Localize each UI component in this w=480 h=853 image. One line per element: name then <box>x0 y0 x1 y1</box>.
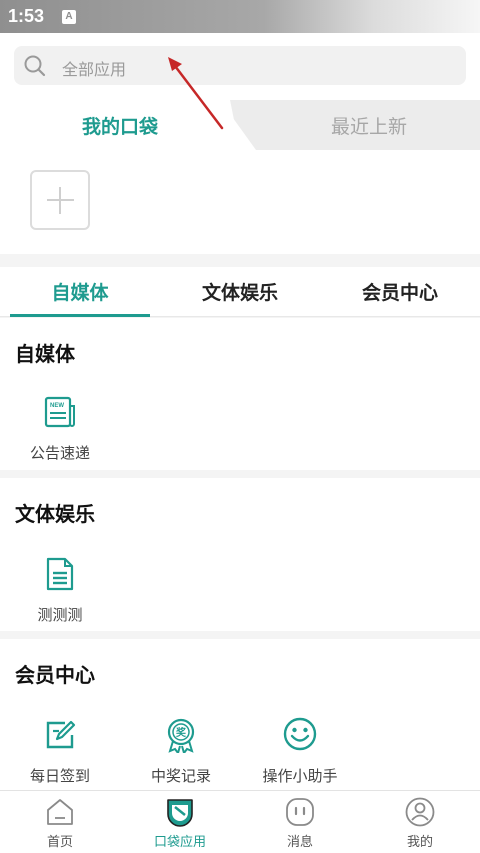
message-icon <box>285 797 315 827</box>
svg-text:奖: 奖 <box>176 726 187 739</box>
annotation-arrow <box>168 57 224 130</box>
section-title: 自媒体 <box>15 342 75 366</box>
home-icon <box>45 797 75 827</box>
section-self-media: 自媒体 NEW 公告速递 <box>0 318 480 470</box>
nav-messages[interactable]: 消息 <box>240 791 360 853</box>
award-icon: 奖 <box>164 717 198 756</box>
app-prize-records[interactable]: 奖 中奖记录 <box>131 717 231 797</box>
svg-text:NEW: NEW <box>50 403 64 409</box>
app-label: 每日签到 <box>29 767 90 785</box>
nav-messages-label: 消息 <box>286 835 313 850</box>
pocket-icon <box>165 797 195 827</box>
category-tabs: 自媒体 文体娱乐 会员中心 <box>0 267 480 317</box>
search-icon <box>24 55 46 81</box>
status-time: 1:53 <box>8 6 45 26</box>
app-label: 操作小助手 <box>262 767 338 785</box>
news-icon: NEW <box>43 394 77 430</box>
document-icon <box>43 556 77 592</box>
nav-home-label: 首页 <box>46 835 73 850</box>
nav-home[interactable]: 首页 <box>0 791 120 853</box>
nav-profile-label: 我的 <box>406 835 433 850</box>
tab-member-center[interactable]: 会员中心 <box>320 267 480 316</box>
search-bar[interactable]: 全部应用 <box>14 46 466 85</box>
tab-culture-entertainment[interactable]: 文体娱乐 <box>160 267 320 316</box>
app-label: 测测测 <box>37 606 83 624</box>
app-quiz[interactable]: 测测测 <box>10 556 110 636</box>
app-announcement[interactable]: NEW 公告速递 <box>10 394 110 474</box>
notification-icon: A <box>62 10 76 24</box>
section-title: 文体娱乐 <box>15 502 95 526</box>
profile-icon <box>405 797 435 827</box>
nav-pocket-apps[interactable]: 口袋应用 <box>120 791 240 853</box>
app-assistant[interactable]: 操作小助手 <box>250 717 350 797</box>
app-daily-checkin[interactable]: 每日签到 <box>10 717 110 797</box>
tab-my-pocket-label: 我的口袋 <box>81 115 158 138</box>
tab-recent-new[interactable]: 最近上新 <box>220 100 480 150</box>
app-label: 中奖记录 <box>150 767 211 785</box>
app-label: 公告速递 <box>29 444 90 462</box>
sign-in-icon <box>43 717 77 753</box>
smiley-icon <box>283 717 317 753</box>
nav-pocket-apps-label: 口袋应用 <box>153 835 206 850</box>
section-culture-entertainment: 文体娱乐 测测测 <box>0 478 480 631</box>
nav-profile[interactable]: 我的 <box>360 791 480 853</box>
bottom-nav: 首页 口袋应用 消息 我的 <box>0 790 480 853</box>
tab-recent-new-label: 最近上新 <box>330 115 407 138</box>
tab-self-media[interactable]: 自媒体 <box>0 267 160 317</box>
status-bar: 1:53 A <box>0 0 480 33</box>
add-app-button[interactable] <box>30 170 90 230</box>
section-member-center: 会员中心 每日签到 奖 中奖记录 操作小助手 <box>0 639 480 790</box>
search-placeholder: 全部应用 <box>62 60 127 79</box>
section-title: 会员中心 <box>15 663 95 687</box>
